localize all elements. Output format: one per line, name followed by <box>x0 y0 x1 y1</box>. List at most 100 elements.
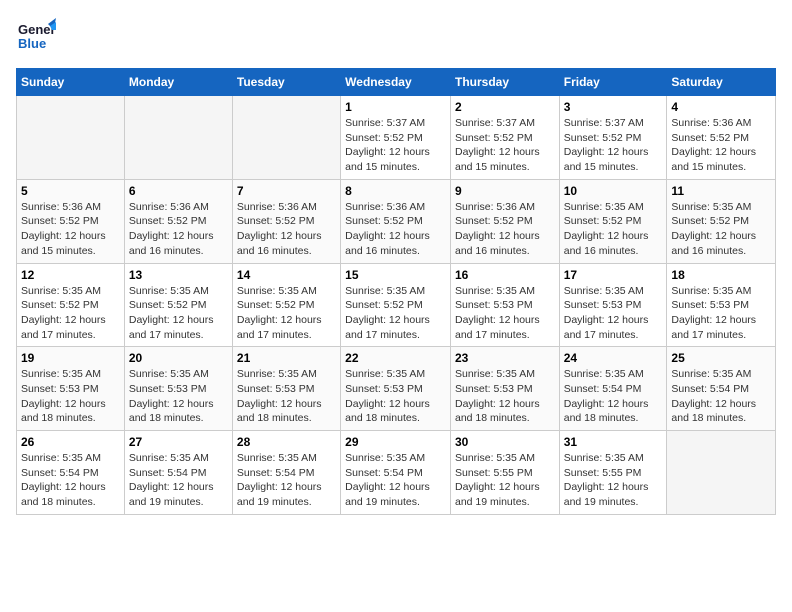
day-info: Sunrise: 5:36 AMSunset: 5:52 PMDaylight:… <box>237 200 336 259</box>
day-number: 10 <box>564 184 663 198</box>
day-info: Sunrise: 5:35 AMSunset: 5:53 PMDaylight:… <box>564 284 663 343</box>
calendar-cell: 15 Sunrise: 5:35 AMSunset: 5:52 PMDayligh… <box>341 263 451 347</box>
calendar-cell: 14 Sunrise: 5:35 AMSunset: 5:52 PMDayligh… <box>232 263 340 347</box>
day-number: 11 <box>671 184 771 198</box>
calendar-cell: 5 Sunrise: 5:36 AMSunset: 5:52 PMDaylight… <box>17 179 125 263</box>
day-number: 6 <box>129 184 228 198</box>
day-number: 12 <box>21 268 120 282</box>
day-number: 17 <box>564 268 663 282</box>
calendar-table: SundayMondayTuesdayWednesdayThursdayFrid… <box>16 68 776 515</box>
day-number: 20 <box>129 351 228 365</box>
day-number: 31 <box>564 435 663 449</box>
day-number: 1 <box>345 100 446 114</box>
day-info: Sunrise: 5:37 AMSunset: 5:52 PMDaylight:… <box>455 116 555 175</box>
calendar-cell: 17 Sunrise: 5:35 AMSunset: 5:53 PMDayligh… <box>559 263 667 347</box>
day-info: Sunrise: 5:36 AMSunset: 5:52 PMDaylight:… <box>21 200 120 259</box>
weekday-header-row: SundayMondayTuesdayWednesdayThursdayFrid… <box>17 69 776 96</box>
day-info: Sunrise: 5:35 AMSunset: 5:53 PMDaylight:… <box>237 367 336 426</box>
day-number: 3 <box>564 100 663 114</box>
calendar-week-2: 5 Sunrise: 5:36 AMSunset: 5:52 PMDaylight… <box>17 179 776 263</box>
weekday-header-sunday: Sunday <box>17 69 125 96</box>
calendar-week-3: 12 Sunrise: 5:35 AMSunset: 5:52 PMDayligh… <box>17 263 776 347</box>
day-info: Sunrise: 5:35 AMSunset: 5:53 PMDaylight:… <box>671 284 771 343</box>
day-info: Sunrise: 5:35 AMSunset: 5:53 PMDaylight:… <box>345 367 446 426</box>
calendar-cell: 6 Sunrise: 5:36 AMSunset: 5:52 PMDaylight… <box>124 179 232 263</box>
calendar-cell: 28Sunrise: 5:35 AMSunset: 5:54 PMDayligh… <box>232 431 340 515</box>
calendar-cell: 8 Sunrise: 5:36 AMSunset: 5:52 PMDaylight… <box>341 179 451 263</box>
day-info: Sunrise: 5:36 AMSunset: 5:52 PMDaylight:… <box>671 116 771 175</box>
calendar-cell: 25Sunrise: 5:35 AMSunset: 5:54 PMDayligh… <box>667 347 776 431</box>
day-number: 24 <box>564 351 663 365</box>
day-info: Sunrise: 5:35 AMSunset: 5:53 PMDaylight:… <box>455 367 555 426</box>
calendar-cell: 1 Sunrise: 5:37 AMSunset: 5:52 PMDaylight… <box>341 96 451 180</box>
day-number: 2 <box>455 100 555 114</box>
day-number: 29 <box>345 435 446 449</box>
day-number: 9 <box>455 184 555 198</box>
calendar-cell: 10Sunrise: 5:35 AMSunset: 5:52 PMDayligh… <box>559 179 667 263</box>
calendar-cell: 23 Sunrise: 5:35 AMSunset: 5:53 PMDayligh… <box>450 347 559 431</box>
day-number: 8 <box>345 184 446 198</box>
calendar-cell: 22 Sunrise: 5:35 AMSunset: 5:53 PMDayligh… <box>341 347 451 431</box>
calendar-cell: 2 Sunrise: 5:37 AMSunset: 5:52 PMDaylight… <box>450 96 559 180</box>
day-number: 27 <box>129 435 228 449</box>
day-number: 7 <box>237 184 336 198</box>
calendar-cell: 9 Sunrise: 5:36 AMSunset: 5:52 PMDaylight… <box>450 179 559 263</box>
calendar-cell <box>17 96 125 180</box>
day-info: Sunrise: 5:35 AMSunset: 5:54 PMDaylight:… <box>129 451 228 510</box>
calendar-cell: 3 Sunrise: 5:37 AMSunset: 5:52 PMDaylight… <box>559 96 667 180</box>
day-info: Sunrise: 5:37 AMSunset: 5:52 PMDaylight:… <box>564 116 663 175</box>
day-number: 13 <box>129 268 228 282</box>
calendar-cell: 16Sunrise: 5:35 AMSunset: 5:53 PMDayligh… <box>450 263 559 347</box>
day-info: Sunrise: 5:35 AMSunset: 5:52 PMDaylight:… <box>129 284 228 343</box>
day-number: 26 <box>21 435 120 449</box>
calendar-cell: 30Sunrise: 5:35 AMSunset: 5:55 PMDayligh… <box>450 431 559 515</box>
day-number: 4 <box>671 100 771 114</box>
day-info: Sunrise: 5:35 AMSunset: 5:54 PMDaylight:… <box>564 367 663 426</box>
logo: General Blue <box>16 16 56 56</box>
calendar-cell <box>667 431 776 515</box>
calendar-cell: 24 Sunrise: 5:35 AMSunset: 5:54 PMDayligh… <box>559 347 667 431</box>
logo-icon: General Blue <box>16 16 56 56</box>
weekday-header-saturday: Saturday <box>667 69 776 96</box>
calendar-week-5: 26 Sunrise: 5:35 AMSunset: 5:54 PMDayligh… <box>17 431 776 515</box>
day-number: 19 <box>21 351 120 365</box>
day-info: Sunrise: 5:36 AMSunset: 5:52 PMDaylight:… <box>455 200 555 259</box>
day-info: Sunrise: 5:35 AMSunset: 5:52 PMDaylight:… <box>345 284 446 343</box>
calendar-cell <box>232 96 340 180</box>
calendar-cell: 26 Sunrise: 5:35 AMSunset: 5:54 PMDayligh… <box>17 431 125 515</box>
calendar-week-1: 1 Sunrise: 5:37 AMSunset: 5:52 PMDaylight… <box>17 96 776 180</box>
svg-text:Blue: Blue <box>18 36 46 51</box>
calendar-cell: 18 Sunrise: 5:35 AMSunset: 5:53 PMDayligh… <box>667 263 776 347</box>
calendar-cell: 11 Sunrise: 5:35 AMSunset: 5:52 PMDayligh… <box>667 179 776 263</box>
day-info: Sunrise: 5:35 AMSunset: 5:55 PMDaylight:… <box>564 451 663 510</box>
day-info: Sunrise: 5:35 AMSunset: 5:55 PMDaylight:… <box>455 451 555 510</box>
day-info: Sunrise: 5:35 AMSunset: 5:54 PMDaylight:… <box>21 451 120 510</box>
day-info: Sunrise: 5:37 AMSunset: 5:52 PMDaylight:… <box>345 116 446 175</box>
calendar-cell: 4 Sunrise: 5:36 AMSunset: 5:52 PMDaylight… <box>667 96 776 180</box>
calendar-cell: 20Sunrise: 5:35 AMSunset: 5:53 PMDayligh… <box>124 347 232 431</box>
day-number: 23 <box>455 351 555 365</box>
day-number: 5 <box>21 184 120 198</box>
day-number: 21 <box>237 351 336 365</box>
day-info: Sunrise: 5:35 AMSunset: 5:54 PMDaylight:… <box>345 451 446 510</box>
calendar-week-4: 19 Sunrise: 5:35 AMSunset: 5:53 PMDayligh… <box>17 347 776 431</box>
calendar-cell: 27 Sunrise: 5:35 AMSunset: 5:54 PMDayligh… <box>124 431 232 515</box>
day-info: Sunrise: 5:35 AMSunset: 5:54 PMDaylight:… <box>671 367 771 426</box>
day-number: 18 <box>671 268 771 282</box>
day-info: Sunrise: 5:35 AMSunset: 5:52 PMDaylight:… <box>237 284 336 343</box>
day-number: 14 <box>237 268 336 282</box>
day-info: Sunrise: 5:36 AMSunset: 5:52 PMDaylight:… <box>129 200 228 259</box>
day-number: 15 <box>345 268 446 282</box>
day-info: Sunrise: 5:36 AMSunset: 5:52 PMDaylight:… <box>345 200 446 259</box>
day-info: Sunrise: 5:35 AMSunset: 5:52 PMDaylight:… <box>671 200 771 259</box>
calendar-cell: 7 Sunrise: 5:36 AMSunset: 5:52 PMDaylight… <box>232 179 340 263</box>
calendar-cell <box>124 96 232 180</box>
day-info: Sunrise: 5:35 AMSunset: 5:52 PMDaylight:… <box>21 284 120 343</box>
day-number: 22 <box>345 351 446 365</box>
calendar-cell: 31 Sunrise: 5:35 AMSunset: 5:55 PMDayligh… <box>559 431 667 515</box>
weekday-header-friday: Friday <box>559 69 667 96</box>
calendar-cell: 13 Sunrise: 5:35 AMSunset: 5:52 PMDayligh… <box>124 263 232 347</box>
calendar-cell: 29 Sunrise: 5:35 AMSunset: 5:54 PMDayligh… <box>341 431 451 515</box>
weekday-header-wednesday: Wednesday <box>341 69 451 96</box>
weekday-header-monday: Monday <box>124 69 232 96</box>
